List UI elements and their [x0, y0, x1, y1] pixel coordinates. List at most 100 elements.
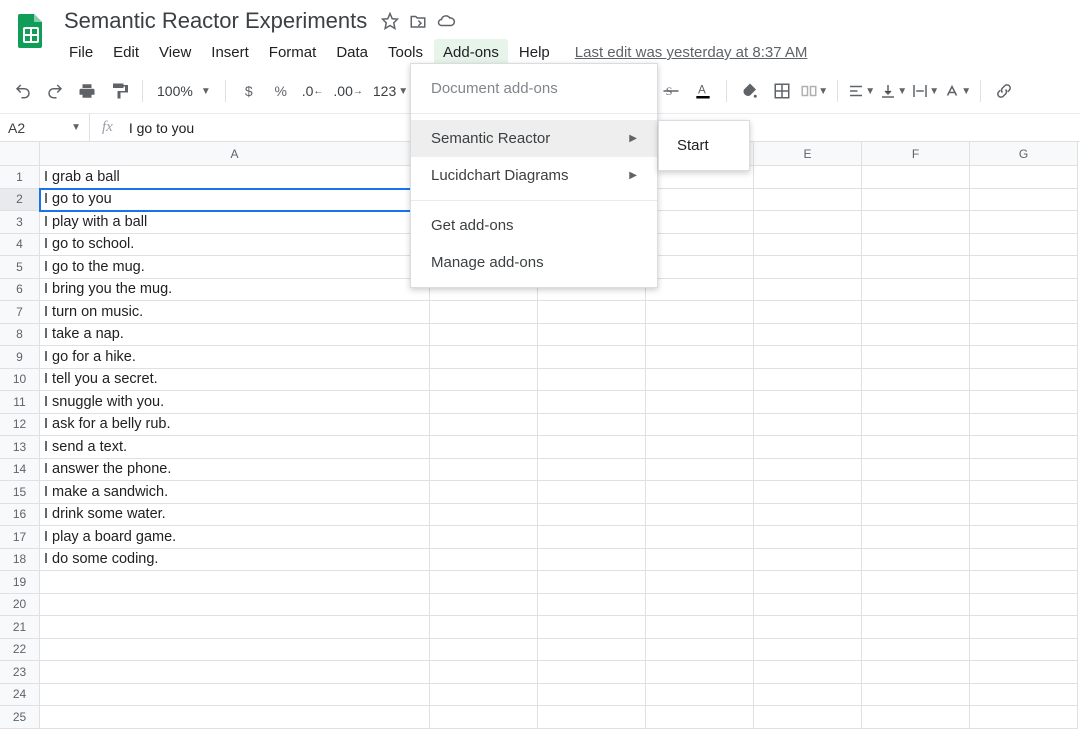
row-header[interactable]: 17 — [0, 526, 40, 549]
cell[interactable] — [646, 616, 754, 639]
move-icon[interactable] — [409, 12, 427, 30]
cell[interactable] — [40, 616, 430, 639]
cell[interactable] — [646, 391, 754, 414]
cell[interactable] — [646, 256, 754, 279]
cell[interactable]: I play with a ball — [40, 211, 430, 234]
undo-icon[interactable] — [8, 76, 38, 106]
cell[interactable]: I tell you a secret. — [40, 369, 430, 392]
cell[interactable] — [646, 571, 754, 594]
cell[interactable] — [430, 324, 538, 347]
cell[interactable] — [970, 346, 1078, 369]
cell[interactable] — [862, 414, 970, 437]
cell[interactable] — [754, 549, 862, 572]
row-header[interactable]: 12 — [0, 414, 40, 437]
cell[interactable]: I ask for a belly rub. — [40, 414, 430, 437]
cell[interactable] — [754, 526, 862, 549]
menu-format[interactable]: Format — [260, 39, 326, 66]
cell[interactable] — [430, 369, 538, 392]
star-icon[interactable] — [381, 12, 399, 30]
cell[interactable] — [538, 616, 646, 639]
merge-cells-icon[interactable]: ▼ — [799, 76, 829, 106]
cell[interactable] — [430, 459, 538, 482]
cell[interactable] — [754, 684, 862, 707]
cell[interactable] — [754, 324, 862, 347]
increase-decimal-button[interactable]: .00→ — [329, 83, 366, 99]
fill-color-icon[interactable] — [735, 76, 765, 106]
row-header[interactable]: 19 — [0, 571, 40, 594]
cell[interactable] — [970, 391, 1078, 414]
cell[interactable] — [862, 661, 970, 684]
cell[interactable] — [646, 211, 754, 234]
cell[interactable] — [970, 324, 1078, 347]
row-header[interactable]: 7 — [0, 301, 40, 324]
cell[interactable] — [430, 301, 538, 324]
print-icon[interactable] — [72, 76, 102, 106]
cell[interactable] — [754, 391, 862, 414]
number-format-dropdown[interactable]: 123▼ — [369, 83, 412, 99]
cell[interactable] — [754, 616, 862, 639]
cell[interactable]: I go to school. — [40, 234, 430, 257]
cell[interactable] — [754, 594, 862, 617]
cell[interactable] — [862, 324, 970, 347]
cell[interactable]: I go to you — [40, 189, 430, 212]
cell[interactable] — [862, 436, 970, 459]
doc-title[interactable]: Semantic Reactor Experiments — [60, 6, 371, 36]
row-header[interactable]: 18 — [0, 549, 40, 572]
format-percent-button[interactable]: % — [266, 76, 296, 106]
cell[interactable] — [538, 526, 646, 549]
cell[interactable] — [970, 211, 1078, 234]
sheets-logo-icon[interactable] — [10, 10, 50, 50]
row-header[interactable]: 15 — [0, 481, 40, 504]
cell[interactable] — [970, 414, 1078, 437]
cell[interactable] — [862, 301, 970, 324]
cell[interactable] — [970, 526, 1078, 549]
format-currency-button[interactable]: $ — [234, 76, 264, 106]
cell[interactable] — [754, 639, 862, 662]
cell[interactable] — [970, 549, 1078, 572]
row-header[interactable]: 14 — [0, 459, 40, 482]
cell[interactable] — [970, 571, 1078, 594]
cell[interactable] — [970, 166, 1078, 189]
cell[interactable] — [646, 526, 754, 549]
cell[interactable] — [40, 594, 430, 617]
cell[interactable] — [40, 571, 430, 594]
cell[interactable] — [862, 459, 970, 482]
cell[interactable] — [970, 189, 1078, 212]
row-header[interactable]: 23 — [0, 661, 40, 684]
cell[interactable]: I make a sandwich. — [40, 481, 430, 504]
cell[interactable] — [862, 526, 970, 549]
cell[interactable] — [862, 391, 970, 414]
cell[interactable] — [538, 369, 646, 392]
cell[interactable] — [754, 504, 862, 527]
cell[interactable] — [754, 279, 862, 302]
cell[interactable] — [430, 549, 538, 572]
cell[interactable] — [862, 616, 970, 639]
cell[interactable] — [646, 234, 754, 257]
column-header[interactable]: G — [970, 142, 1078, 166]
cell[interactable] — [538, 481, 646, 504]
cell[interactable] — [430, 346, 538, 369]
cell[interactable] — [970, 459, 1078, 482]
cell[interactable] — [970, 684, 1078, 707]
redo-icon[interactable] — [40, 76, 70, 106]
cell[interactable] — [862, 279, 970, 302]
zoom-dropdown[interactable]: 100%▼ — [151, 83, 217, 99]
cell[interactable] — [646, 661, 754, 684]
cell[interactable]: I play a board game. — [40, 526, 430, 549]
cell[interactable]: I do some coding. — [40, 549, 430, 572]
cell[interactable] — [970, 639, 1078, 662]
row-header[interactable]: 4 — [0, 234, 40, 257]
menu-data[interactable]: Data — [327, 39, 377, 66]
cell[interactable] — [970, 436, 1078, 459]
cell[interactable] — [862, 706, 970, 729]
text-color-icon[interactable]: A — [688, 76, 718, 106]
decrease-decimal-button[interactable]: .0← — [298, 83, 328, 99]
row-header[interactable]: 22 — [0, 639, 40, 662]
cell[interactable] — [754, 301, 862, 324]
cell[interactable] — [754, 346, 862, 369]
addons-menu-manage-addons[interactable]: Manage add-ons — [411, 244, 657, 281]
cell[interactable] — [430, 706, 538, 729]
cell[interactable] — [754, 661, 862, 684]
vertical-align-icon[interactable]: ▼ — [878, 76, 908, 106]
cell[interactable] — [754, 571, 862, 594]
